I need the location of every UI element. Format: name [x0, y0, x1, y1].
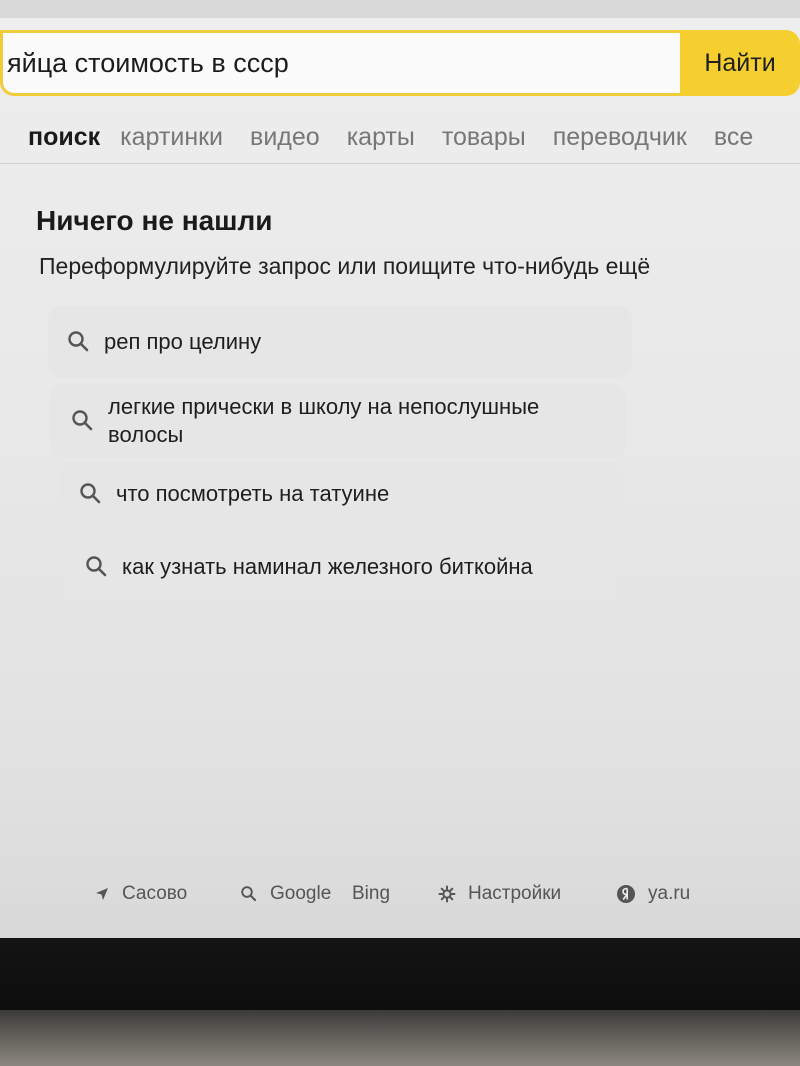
footer-google-label: Google [270, 883, 332, 904]
gear-icon [438, 885, 456, 903]
tab-video[interactable]: видео [250, 123, 320, 152]
yandex-logo-icon [616, 884, 636, 904]
search-bar: яйца стоимость в ссср Найти [0, 30, 800, 96]
footer-ya-link[interactable]: ya.ru [616, 883, 690, 905]
suggestion-text: легкие прически в школу на непослушные в… [108, 394, 540, 447]
laptop-body-edge [0, 1010, 800, 1066]
footer-ya-label: ya.ru [648, 883, 691, 904]
suggestion-item[interactable]: как узнать наминал железного биткойна [64, 534, 614, 600]
footer-bing-label: Bing [352, 883, 391, 904]
search-icon [84, 554, 110, 580]
footer-location-link[interactable]: Сасово [94, 883, 187, 905]
tab-translator[interactable]: переводчик [553, 123, 687, 152]
no-results-heading: Ничего не нашли [36, 205, 273, 236]
footer-location-label: Сасово [122, 883, 188, 904]
footer-settings-label: Настройки [468, 883, 562, 904]
search-query: яйца стоимость в ссср [7, 47, 289, 78]
suggestion-item[interactable]: что посмотреть на татуине [60, 461, 622, 527]
tab-all[interactable]: все [714, 123, 753, 152]
browser-viewport: яйца стоимость в ссср Найти поиск картин… [0, 0, 800, 938]
search-tabs: поиск картинки видео карты товары перево… [28, 117, 780, 157]
no-results-hint: Переформулируйте запрос или поищите что-… [39, 253, 651, 279]
tab-search[interactable]: поиск [28, 123, 100, 152]
search-icon [70, 408, 96, 434]
footer-bing-link[interactable]: Bing [352, 883, 390, 905]
suggestion-text: как узнать наминал железного биткойна [122, 554, 533, 579]
tab-products[interactable]: товары [442, 123, 526, 152]
search-icon [78, 481, 104, 507]
tab-images[interactable]: картинки [120, 123, 223, 152]
footer-settings-link[interactable]: Настройки [438, 883, 561, 905]
footer-google-link[interactable]: Google [240, 883, 331, 905]
footer: Сасово Google Bing Настройки ya.ru [0, 875, 800, 915]
tab-maps[interactable]: карты [347, 123, 415, 152]
search-input[interactable]: яйца стоимость в ссср [0, 30, 680, 96]
suggestion-text: реп про целину [104, 329, 262, 354]
search-button[interactable]: Найти [680, 30, 800, 96]
suggestion-item[interactable]: легкие прически в школу на непослушные в… [50, 384, 626, 458]
search-icon [240, 885, 258, 903]
suggestion-item[interactable]: реп про целину [48, 306, 632, 378]
top-band [0, 0, 800, 18]
tabs-divider [0, 163, 800, 164]
search-icon [66, 329, 92, 355]
location-arrow-icon [94, 886, 110, 902]
suggestion-text: что посмотреть на татуине [116, 481, 390, 506]
